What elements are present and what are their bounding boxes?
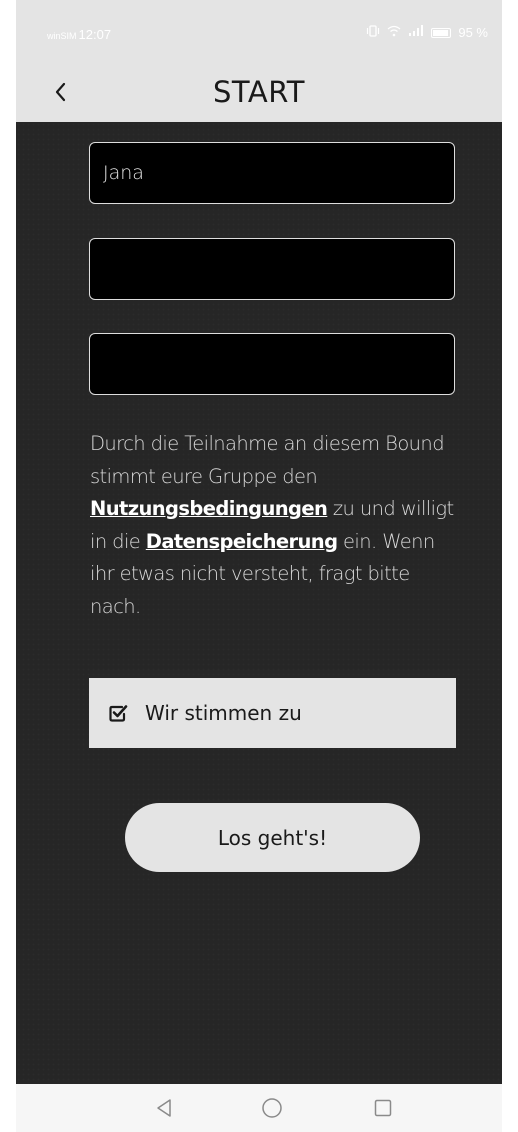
home-circle-icon[interactable]	[258, 1094, 286, 1122]
back-triangle-icon[interactable]	[150, 1094, 178, 1122]
carrier-label: winSIM	[47, 31, 77, 41]
start-button[interactable]: Los geht's!	[125, 803, 420, 872]
name-field-2[interactable]	[89, 238, 455, 300]
recents-square-icon[interactable]	[369, 1094, 397, 1122]
wifi-icon	[387, 25, 401, 40]
app-header: START	[16, 66, 502, 122]
agree-label: Wir stimmen zu	[145, 701, 302, 725]
name-input-3[interactable]	[90, 334, 454, 394]
terms-link[interactable]: Nutzungsbedingungen	[90, 497, 328, 520]
status-right: 95 %	[366, 25, 488, 40]
agree-checkbox[interactable]: Wir stimmen zu	[89, 678, 456, 748]
app-screen: winSIM 12:07 95 % START Jana Durch die T…	[16, 0, 502, 1132]
status-left: winSIM 12:07	[47, 27, 111, 42]
main-content: Durch die Teilnahme an diesem Bound stim…	[16, 122, 502, 1084]
status-bar: winSIM 12:07 95 %	[16, 0, 502, 66]
checked-box-icon	[107, 702, 129, 724]
privacy-link[interactable]: Datenspeicherung	[146, 530, 338, 553]
name-input-2[interactable]	[90, 239, 454, 299]
battery-icon	[431, 27, 452, 38]
name-input-1[interactable]	[90, 143, 454, 203]
name-field-3[interactable]	[89, 333, 455, 395]
consent-text-part-1: Durch die Teilnahme an diesem Bound stim…	[90, 432, 445, 488]
signal-icon	[408, 25, 424, 40]
vibrate-icon	[366, 25, 380, 40]
system-navigation-bar	[16, 1084, 502, 1132]
name-field-1[interactable]	[89, 142, 455, 204]
battery-percent: 95 %	[458, 25, 488, 40]
page-title: START	[213, 75, 305, 109]
clock: 12:07	[78, 27, 112, 42]
consent-text: Durch die Teilnahme an diesem Bound stim…	[90, 428, 460, 623]
